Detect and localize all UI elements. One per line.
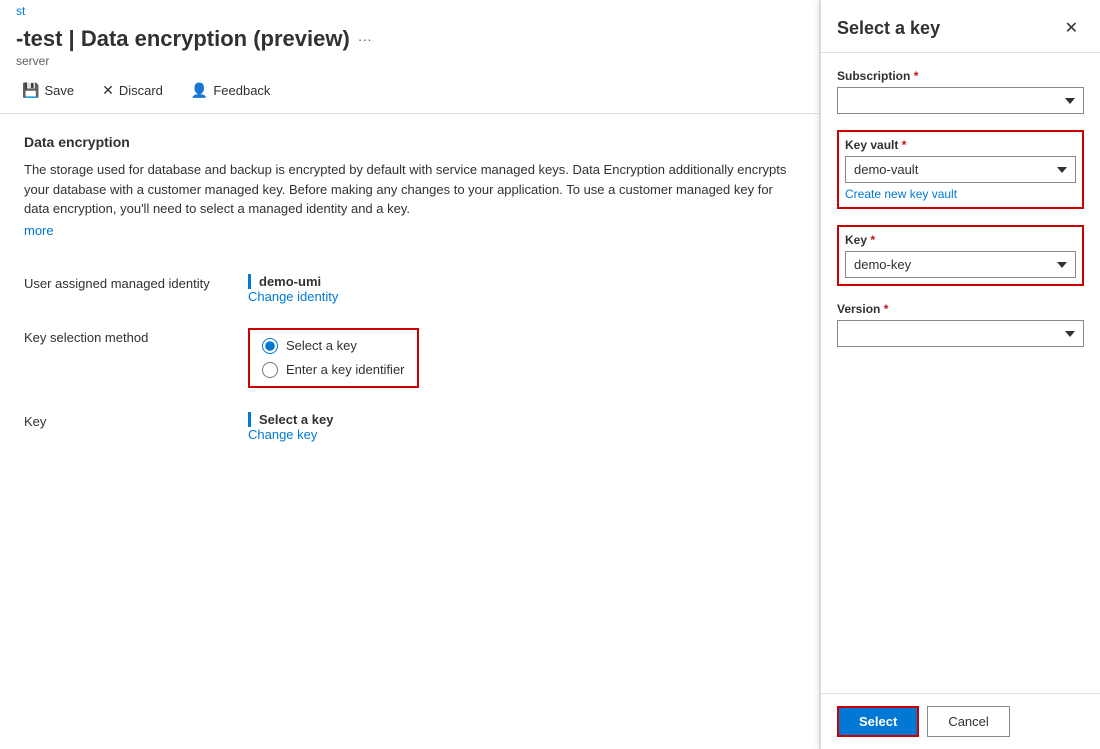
form-row-identity: User assigned managed identity demo-umi … xyxy=(24,262,795,316)
subscription-field-label: Subscription * xyxy=(837,69,1084,83)
key-field-label: Key xyxy=(24,412,224,429)
side-panel: Select a key ✕ Subscription * Key vault … xyxy=(820,0,1100,749)
key-select[interactable]: demo-key xyxy=(845,251,1076,278)
key-vault-select[interactable]: demo-vault xyxy=(845,156,1076,183)
key-select-field-label: Key * xyxy=(845,233,1076,247)
side-panel-footer: Select Cancel xyxy=(821,693,1100,749)
create-key-vault-link[interactable]: Create new key vault xyxy=(845,187,1076,201)
save-icon: 💾 xyxy=(22,82,39,99)
key-name: Select a key xyxy=(248,412,795,427)
identity-name: demo-umi xyxy=(248,274,795,289)
radio-enter-identifier-label: Enter a key identifier xyxy=(286,362,405,377)
options-ellipsis[interactable]: ··· xyxy=(358,31,372,47)
save-button[interactable]: 💾 Save xyxy=(16,78,80,103)
feedback-icon: 👤 xyxy=(191,82,208,99)
save-label: Save xyxy=(44,83,74,98)
side-panel-header: Select a key ✕ xyxy=(821,0,1100,53)
main-panel: st -test | Data encryption (preview) ···… xyxy=(0,0,820,749)
select-button[interactable]: Select xyxy=(837,706,919,737)
feedback-label: Feedback xyxy=(213,83,270,98)
form-row-key: Key Select a key Change key xyxy=(24,400,795,454)
discard-button[interactable]: ✕ Discard xyxy=(96,78,169,103)
discard-icon: ✕ xyxy=(102,82,114,99)
close-panel-button[interactable]: ✕ xyxy=(1059,16,1084,40)
toolbar: 💾 Save ✕ Discard 👤 Feedback xyxy=(0,68,819,114)
form-row-key-selection: Key selection method Select a key Enter … xyxy=(24,316,795,400)
side-panel-title: Select a key xyxy=(837,18,940,39)
key-field-value: Select a key Change key xyxy=(248,412,795,442)
radio-select-key-input[interactable] xyxy=(262,338,278,354)
radio-group-box: Select a key Enter a key identifier xyxy=(248,328,419,388)
side-panel-body: Subscription * Key vault * demo-vault Cr… xyxy=(821,53,1100,693)
change-key-link[interactable]: Change key xyxy=(248,427,795,442)
page-header: -test | Data encryption (preview) ··· xyxy=(0,18,819,52)
key-vault-field-label: Key vault * xyxy=(845,138,1076,152)
breadcrumb-link[interactable]: st xyxy=(16,4,25,18)
subscription-field-group: Subscription * xyxy=(837,69,1084,114)
key-required-star: * xyxy=(870,233,875,247)
subscription-required-star: * xyxy=(914,69,919,83)
page-subtitle: server xyxy=(0,52,819,68)
identity-label: User assigned managed identity xyxy=(24,274,224,291)
radio-select-key-label: Select a key xyxy=(286,338,357,353)
key-vault-field-group: Key vault * demo-vault Create new key va… xyxy=(837,130,1084,209)
read-more-link[interactable]: more xyxy=(24,223,54,238)
breadcrumb: st xyxy=(0,0,819,18)
subscription-select[interactable] xyxy=(837,87,1084,114)
change-identity-link[interactable]: Change identity xyxy=(248,289,795,304)
key-selection-label: Key selection method xyxy=(24,328,224,345)
discard-label: Discard xyxy=(119,83,163,98)
section-title: Data encryption xyxy=(24,134,795,150)
key-field-group: Key * demo-key xyxy=(837,225,1084,286)
radio-select-key[interactable]: Select a key xyxy=(262,338,405,354)
description-text: The storage used for database and backup… xyxy=(24,160,795,219)
feedback-button[interactable]: 👤 Feedback xyxy=(185,78,277,103)
version-required-star: * xyxy=(884,302,889,316)
version-field-group: Version * xyxy=(837,302,1084,347)
radio-enter-identifier-input[interactable] xyxy=(262,362,278,378)
cancel-button[interactable]: Cancel xyxy=(927,706,1009,737)
radio-enter-identifier[interactable]: Enter a key identifier xyxy=(262,362,405,378)
identity-value: demo-umi Change identity xyxy=(248,274,795,304)
key-vault-required-star: * xyxy=(902,138,907,152)
key-selection-value: Select a key Enter a key identifier xyxy=(248,328,795,388)
form-table: User assigned managed identity demo-umi … xyxy=(24,262,795,454)
page-title: -test | Data encryption (preview) xyxy=(16,26,350,52)
content-area: Data encryption The storage used for dat… xyxy=(0,114,819,749)
version-select[interactable] xyxy=(837,320,1084,347)
version-field-label: Version * xyxy=(837,302,1084,316)
